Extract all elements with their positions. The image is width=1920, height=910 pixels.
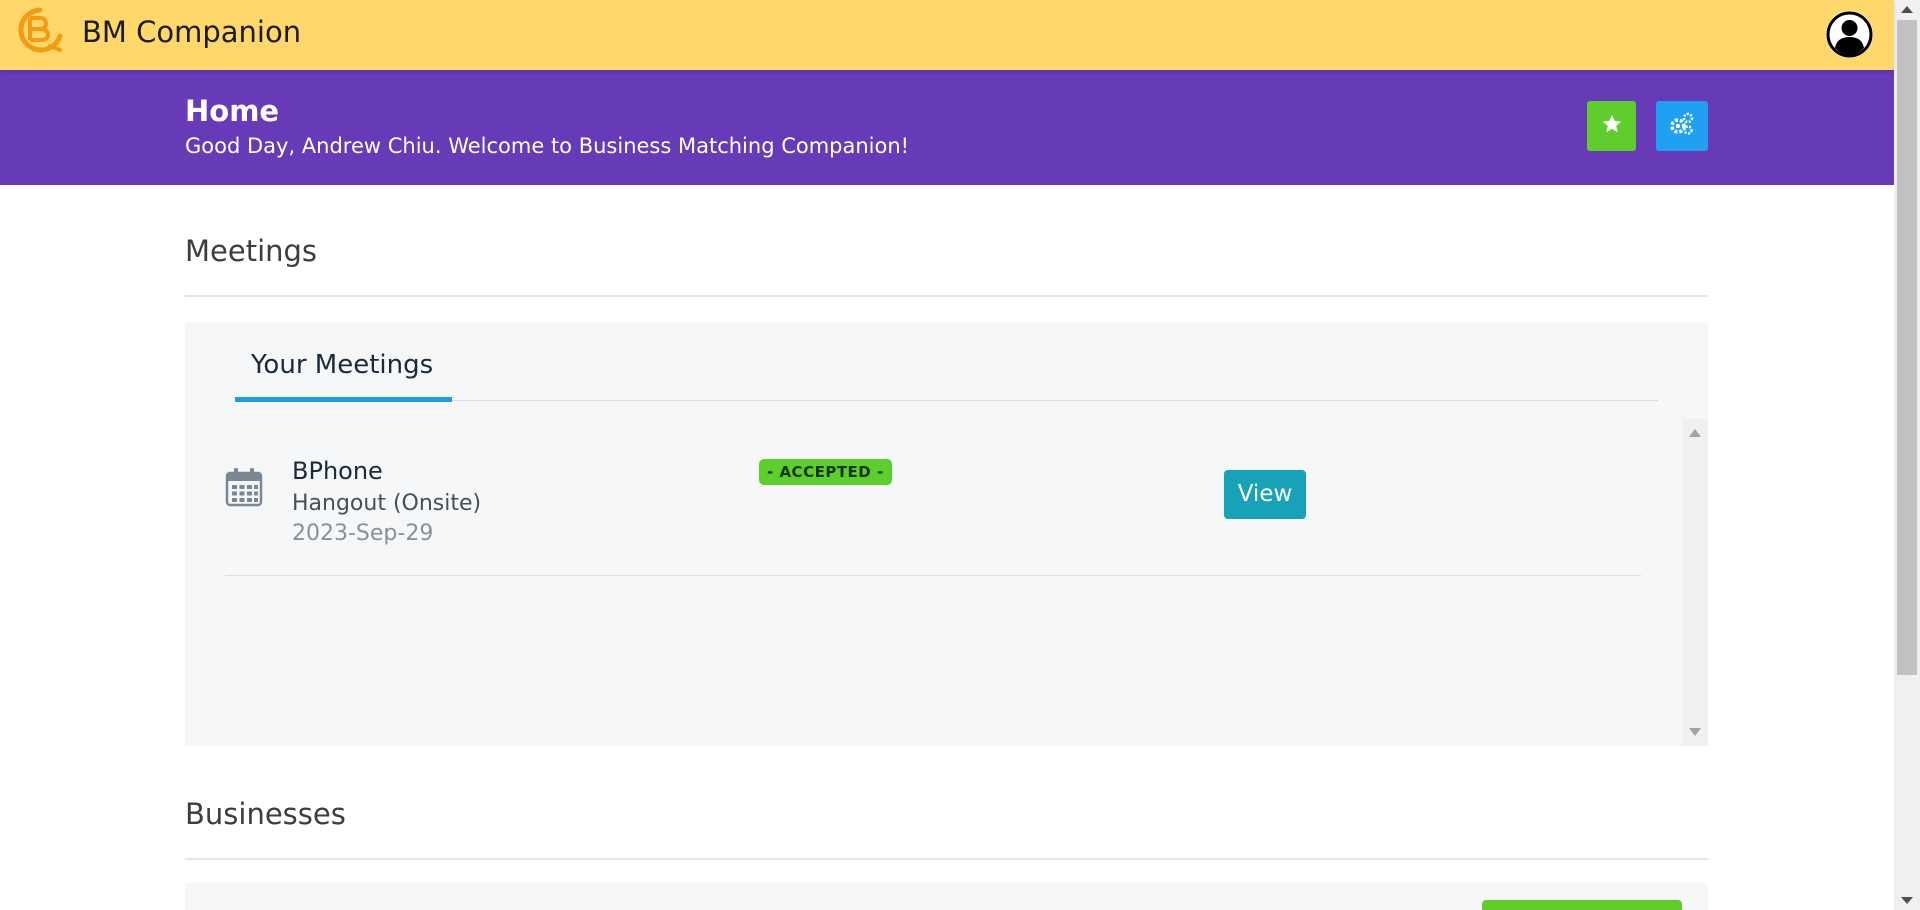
businesses-heading: Businesses bbox=[185, 797, 346, 831]
page-scrollbar[interactable] bbox=[1894, 0, 1920, 910]
meeting-name: BPhone bbox=[292, 457, 383, 485]
meeting-list-item: BPhone Hangout (Onsite) 2023-Sep-29 - AC… bbox=[225, 419, 1641, 576]
tab-label: Your Meetings bbox=[251, 350, 434, 380]
meetings-scrollbar[interactable] bbox=[1682, 419, 1708, 746]
tab-your-meetings[interactable]: Your Meetings bbox=[235, 322, 452, 402]
welcome-message: Good Day, Andrew Chiu. Welcome to Busine… bbox=[185, 134, 910, 158]
meetings-list: BPhone Hangout (Onsite) 2023-Sep-29 - AC… bbox=[185, 419, 1682, 746]
favorites-button[interactable] bbox=[1587, 101, 1636, 151]
scroll-down-icon[interactable] bbox=[1689, 728, 1701, 736]
status-badge: - ACCEPTED - bbox=[759, 459, 892, 485]
page-title: Home bbox=[185, 94, 280, 128]
meetings-heading: Meetings bbox=[185, 234, 318, 268]
meeting-date: 2023-Sep-29 bbox=[292, 521, 434, 546]
user-account-icon[interactable] bbox=[1826, 11, 1873, 58]
star-icon bbox=[1601, 113, 1623, 139]
page-scroll-up-icon[interactable] bbox=[1901, 6, 1913, 13]
scroll-up-icon[interactable] bbox=[1689, 429, 1701, 437]
settings-button[interactable] bbox=[1656, 101, 1708, 151]
page-scroll-down-icon[interactable] bbox=[1901, 897, 1913, 904]
businesses-divider bbox=[185, 858, 1708, 860]
meeting-type: Hangout (Onsite) bbox=[292, 491, 482, 516]
view-meeting-button[interactable]: View bbox=[1224, 470, 1306, 519]
page-scroll-thumb[interactable] bbox=[1897, 20, 1917, 675]
businesses-action-button[interactable] bbox=[1482, 900, 1682, 910]
businesses-card bbox=[185, 883, 1708, 910]
page-header: Home Good Day, Andrew Chiu. Welcome to B… bbox=[0, 70, 1894, 185]
app-title: BM Companion bbox=[82, 15, 302, 49]
gears-icon bbox=[1669, 112, 1695, 140]
calendar-icon bbox=[225, 467, 263, 507]
top-app-bar: BM Companion bbox=[0, 0, 1894, 70]
meetings-tabs: Your Meetings bbox=[235, 322, 1658, 402]
bm-logo-icon[interactable] bbox=[16, 6, 64, 56]
meetings-card: Your Meetings BPhone Hangout (Onsite) 20… bbox=[185, 322, 1708, 746]
meetings-divider bbox=[185, 295, 1708, 297]
